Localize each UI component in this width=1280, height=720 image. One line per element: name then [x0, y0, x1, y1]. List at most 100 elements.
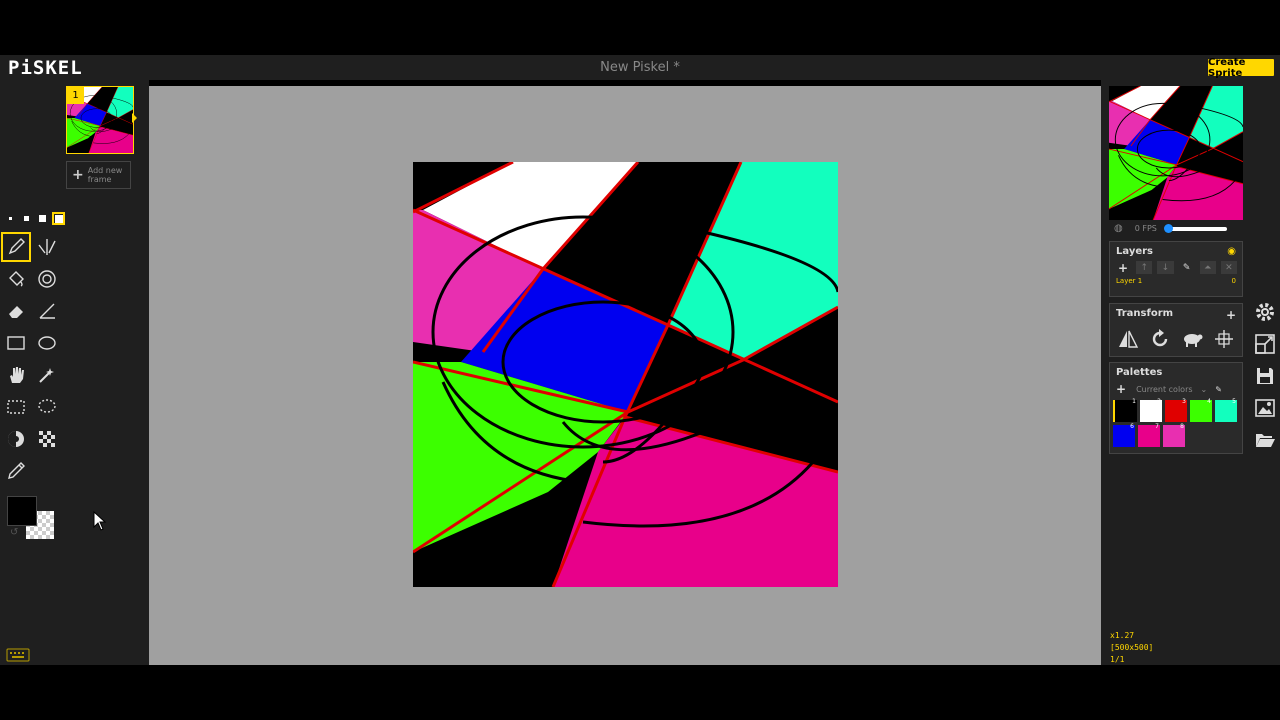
move-tool[interactable] [1, 360, 31, 390]
rectangle-icon [7, 336, 25, 350]
palette-color-6[interactable]: 6 [1113, 423, 1135, 447]
paint-bucket-icon [9, 271, 24, 287]
document-title[interactable]: New Piskel * [0, 60, 1280, 75]
canvas-info: x1.27 [500x500] 1/1 [1110, 630, 1153, 666]
palette-color-number: 1 [1132, 398, 1136, 405]
add-palette-button[interactable]: + [1116, 382, 1126, 396]
chevron-down-icon[interactable]: ⌄ [1201, 385, 1208, 394]
fps-control: ◍ 0 FPS [1109, 220, 1243, 237]
swap-colors-icon[interactable]: ↺ [10, 527, 18, 538]
pen-size-1[interactable] [4, 212, 17, 225]
paint-bucket-tool[interactable] [1, 264, 31, 294]
palette-color-4[interactable]: 4 [1190, 398, 1212, 422]
target-bucket-icon [38, 270, 56, 288]
shape-selection-tool[interactable] [32, 360, 62, 390]
pen-tool[interactable] [1, 232, 31, 262]
folder-open-icon [1256, 434, 1275, 447]
transform-panel: Transform + [1109, 303, 1243, 357]
frame-counter: 1/1 [1110, 655, 1125, 664]
palette-color-1[interactable]: 1 [1113, 398, 1137, 422]
move-layer-down-button[interactable]: ↓ [1157, 261, 1174, 274]
palette-color-number: 4 [1207, 398, 1211, 405]
layer-row[interactable]: Layer 1 0 [1110, 274, 1242, 288]
save-button[interactable] [1251, 362, 1279, 390]
resize-button[interactable] [1251, 330, 1279, 358]
eyedropper-icon [8, 462, 25, 479]
eraser-icon [9, 306, 23, 318]
pen-size-4[interactable] [52, 212, 65, 225]
rectangle-selection-tool[interactable] [1, 392, 31, 422]
fps-slider[interactable] [1163, 223, 1227, 233]
pen-size-selector [4, 212, 65, 225]
rotate-icon[interactable] [1149, 328, 1171, 350]
palette-color-7[interactable]: 7 [1138, 423, 1160, 447]
lighten-tool[interactable] [1, 424, 31, 454]
paint-all-same-color-tool[interactable] [32, 264, 62, 294]
palette-color-5[interactable]: 5 [1215, 398, 1237, 422]
layers-panel: Layers ◉ + ↑ ↓ ✎ ⏶ ✕ Layer 1 0 [1109, 241, 1243, 297]
lighten-icon [8, 431, 24, 447]
center-icon[interactable] [1213, 328, 1235, 350]
create-sprite-button[interactable]: Create Sprite [1208, 57, 1274, 79]
save-icon [1257, 368, 1273, 384]
palette-color-2[interactable]: 2 [1140, 398, 1162, 422]
flip-icon[interactable] [1117, 328, 1139, 350]
palette-color-number: 8 [1180, 423, 1184, 430]
layers-title: Layers [1116, 246, 1153, 257]
zoom-level: x1.27 [1110, 631, 1135, 640]
palette-color-number: 2 [1157, 398, 1161, 405]
palette-color-number: 6 [1130, 423, 1134, 430]
merge-layer-button[interactable]: ⏶ [1199, 261, 1216, 274]
mouse-cursor-icon [93, 511, 107, 531]
add-layer-button[interactable]: + [1115, 261, 1131, 275]
palette-swatches: 1 2 3 4 5 6 7 8 [1110, 396, 1242, 451]
add-frame-label: Add new frame [87, 166, 123, 184]
palette-color-number: 5 [1232, 398, 1236, 405]
layer-name: Layer 1 [1116, 277, 1143, 285]
add-frame-button[interactable]: + Add new frame [66, 161, 131, 189]
drawing-canvas[interactable] [413, 162, 838, 587]
image-icon [1255, 399, 1275, 417]
palette-color-3[interactable]: 3 [1165, 398, 1187, 422]
ellipse-icon [38, 336, 56, 350]
sheep-icon[interactable] [1181, 328, 1203, 350]
pen-size-3[interactable] [36, 212, 49, 225]
mirror-pen-tool[interactable] [32, 232, 62, 262]
rectangle-select-icon [7, 400, 25, 414]
keyboard-icon[interactable] [6, 648, 30, 662]
move-layer-up-button[interactable]: ↑ [1136, 261, 1153, 274]
primary-color-swatch[interactable] [7, 496, 37, 526]
hand-icon [10, 367, 24, 383]
import-button[interactable] [1251, 426, 1279, 454]
pen-size-2[interactable] [20, 212, 33, 225]
resize-icon [1255, 334, 1275, 354]
edit-layer-button[interactable]: ✎ [1179, 261, 1195, 274]
frame-selected-arrow-icon [132, 113, 137, 123]
pen-icon [8, 238, 25, 255]
eraser-tool[interactable] [1, 296, 31, 326]
eye-icon[interactable]: ◉ [1227, 246, 1236, 257]
color-picker-tool[interactable] [1, 456, 31, 486]
edit-palette-icon[interactable]: ✎ [1215, 385, 1222, 394]
stroke-tool[interactable] [32, 296, 62, 326]
ellipse-tool[interactable] [32, 328, 62, 358]
canvas-size: [500x500] [1110, 643, 1154, 652]
export-button[interactable] [1251, 394, 1279, 422]
delete-layer-button[interactable]: ✕ [1220, 261, 1238, 274]
mirror-pen-icon [38, 239, 56, 255]
rectangle-tool[interactable] [1, 328, 31, 358]
layer-opacity: 0 [1231, 277, 1236, 285]
palette-select[interactable]: Current colors [1136, 385, 1192, 394]
expand-transform-icon[interactable]: + [1226, 308, 1236, 322]
palette-color-number: 7 [1155, 423, 1159, 430]
palette-color-8[interactable]: 8 [1163, 423, 1185, 447]
dithering-tool[interactable] [32, 424, 62, 454]
animation-preview[interactable] [1109, 86, 1243, 220]
fps-slider-handle[interactable] [1163, 223, 1173, 233]
lasso-icon [38, 399, 56, 413]
lasso-selection-tool[interactable] [32, 392, 62, 422]
checker-icon [39, 431, 55, 447]
settings-button[interactable] [1251, 298, 1279, 326]
gear-icon [1256, 303, 1274, 321]
onion-skin-icon[interactable]: ◍ [1114, 223, 1123, 234]
